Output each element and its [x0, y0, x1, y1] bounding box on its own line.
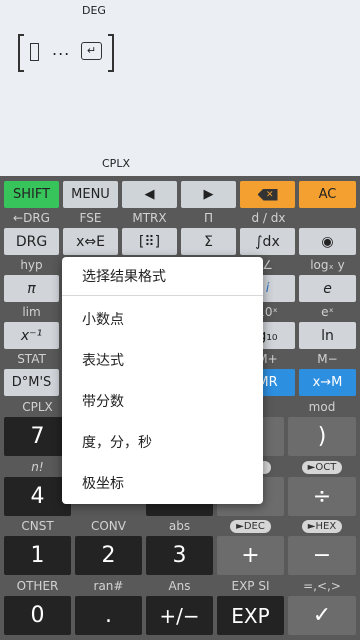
cnst-sub-label: CNST: [21, 519, 54, 533]
cplx-sub-label: CPLX: [22, 400, 53, 414]
log-base-sub-label: logₓ y: [310, 258, 345, 272]
ellipsis: ...: [52, 40, 71, 59]
matrix-button[interactable]: [⠿]: [122, 228, 177, 255]
left-bracket: [18, 34, 24, 72]
shift-button[interactable]: SHIFT: [4, 181, 59, 208]
plus-button[interactable]: +: [217, 536, 284, 575]
product-sub-label: Π: [203, 211, 214, 225]
hex-tag: ►HEX: [301, 519, 343, 533]
cursor-left-button[interactable]: ◀: [122, 181, 177, 208]
menu-item-polar[interactable]: 极坐标: [82, 473, 124, 493]
right-bracket: [108, 34, 114, 72]
mod-sub-label: mod: [308, 400, 336, 414]
factorial-sub-label: n!: [31, 460, 44, 474]
m-minus-sub-label: M−: [317, 352, 338, 366]
menu-item-decimal[interactable]: 小数点: [82, 309, 124, 329]
derivative-sub-label: d / dx: [251, 211, 286, 225]
backspace-button[interactable]: ✕: [240, 181, 295, 208]
menu-item-dms[interactable]: 度，分，秒: [82, 432, 152, 452]
dms-button[interactable]: D°M'S: [4, 369, 59, 396]
hyp-sub-label: hyp: [20, 258, 43, 272]
other-sub-label: OTHER: [16, 579, 59, 593]
minus-button[interactable]: −: [288, 536, 356, 575]
complex-mode-indicator: CPLX: [102, 157, 130, 170]
result-format-menu: 选择结果格式 小数点 表达式 带分数 度，分，秒 极坐标: [62, 257, 263, 504]
digit-7-button[interactable]: 7: [4, 417, 71, 456]
camera-button[interactable]: ◉: [299, 228, 356, 255]
drg-button[interactable]: DRG: [4, 228, 59, 255]
exp-si-sub-label: EXP SI: [231, 579, 270, 593]
pi-button[interactable]: π: [4, 275, 59, 302]
menu-divider: [62, 295, 263, 296]
fse-sub-label: FSE: [79, 211, 102, 225]
right-paren-button[interactable]: ): [288, 417, 356, 456]
backspace-icon: ✕: [257, 188, 278, 201]
integral-button[interactable]: ∫dx: [240, 228, 295, 255]
reciprocal-button[interactable]: x⁻¹: [4, 322, 59, 349]
sum-button[interactable]: Σ: [181, 228, 236, 255]
menu-title: 选择结果格式: [82, 269, 166, 285]
checkmark-icon: ✓: [312, 603, 332, 628]
x-e-toggle-button[interactable]: x⇔E: [63, 228, 118, 255]
menu-item-expression[interactable]: 表达式: [82, 350, 124, 370]
abs-sub-label: abs: [168, 519, 191, 533]
divide-button[interactable]: ÷: [288, 477, 356, 516]
conv-sub-label: CONV: [90, 519, 126, 533]
digit-0-button[interactable]: 0: [4, 596, 71, 635]
cursor-right-button[interactable]: ▶: [181, 181, 236, 208]
camera-icon: ◉: [321, 233, 334, 250]
oct-sub-label: ►OCT: [288, 457, 356, 477]
exp-sub-label: eˣ: [321, 305, 334, 319]
drg-sub-label: ←DRG: [13, 211, 50, 225]
digit-1-button[interactable]: 1: [4, 536, 71, 575]
menu-item-mixed-fraction[interactable]: 带分数: [82, 391, 124, 411]
dec-tag: ►DEC: [230, 519, 271, 533]
angle-mode-indicator: DEG: [82, 4, 106, 17]
ans-sub-label: Ans: [168, 579, 191, 593]
store-memory-button[interactable]: x→M: [299, 369, 356, 396]
decimal-point-button[interactable]: .: [75, 596, 142, 635]
hex-sub-label: ►HEX: [288, 516, 356, 536]
oct-tag: ►OCT: [301, 460, 343, 474]
random-sub-label: ran#: [93, 579, 124, 593]
mtrx-sub-label: MTRX: [132, 211, 167, 225]
input-placeholder-box[interactable]: [30, 43, 39, 61]
digit-2-button[interactable]: 2: [75, 536, 142, 575]
exp-button[interactable]: EXP: [217, 596, 284, 635]
dec-sub-label: ►DEC: [217, 516, 284, 536]
lim-sub-label: lim: [22, 305, 41, 319]
ln-button[interactable]: ln: [299, 322, 356, 349]
ac-button[interactable]: AC: [299, 181, 356, 208]
enter-icon: ↵: [81, 42, 102, 60]
ok-button[interactable]: ✓: [288, 596, 356, 635]
digit-3-button[interactable]: 3: [146, 536, 213, 575]
calculator-display: DEG ... ↵ CPLX: [0, 0, 360, 176]
negate-button[interactable]: +/−: [146, 596, 213, 635]
menu-button[interactable]: MENU: [63, 181, 118, 208]
stat-sub-label: STAT: [17, 352, 46, 366]
e-button[interactable]: e: [299, 275, 356, 302]
comparison-sub-label: =,<,>: [303, 579, 341, 593]
digit-4-button[interactable]: 4: [4, 477, 71, 516]
